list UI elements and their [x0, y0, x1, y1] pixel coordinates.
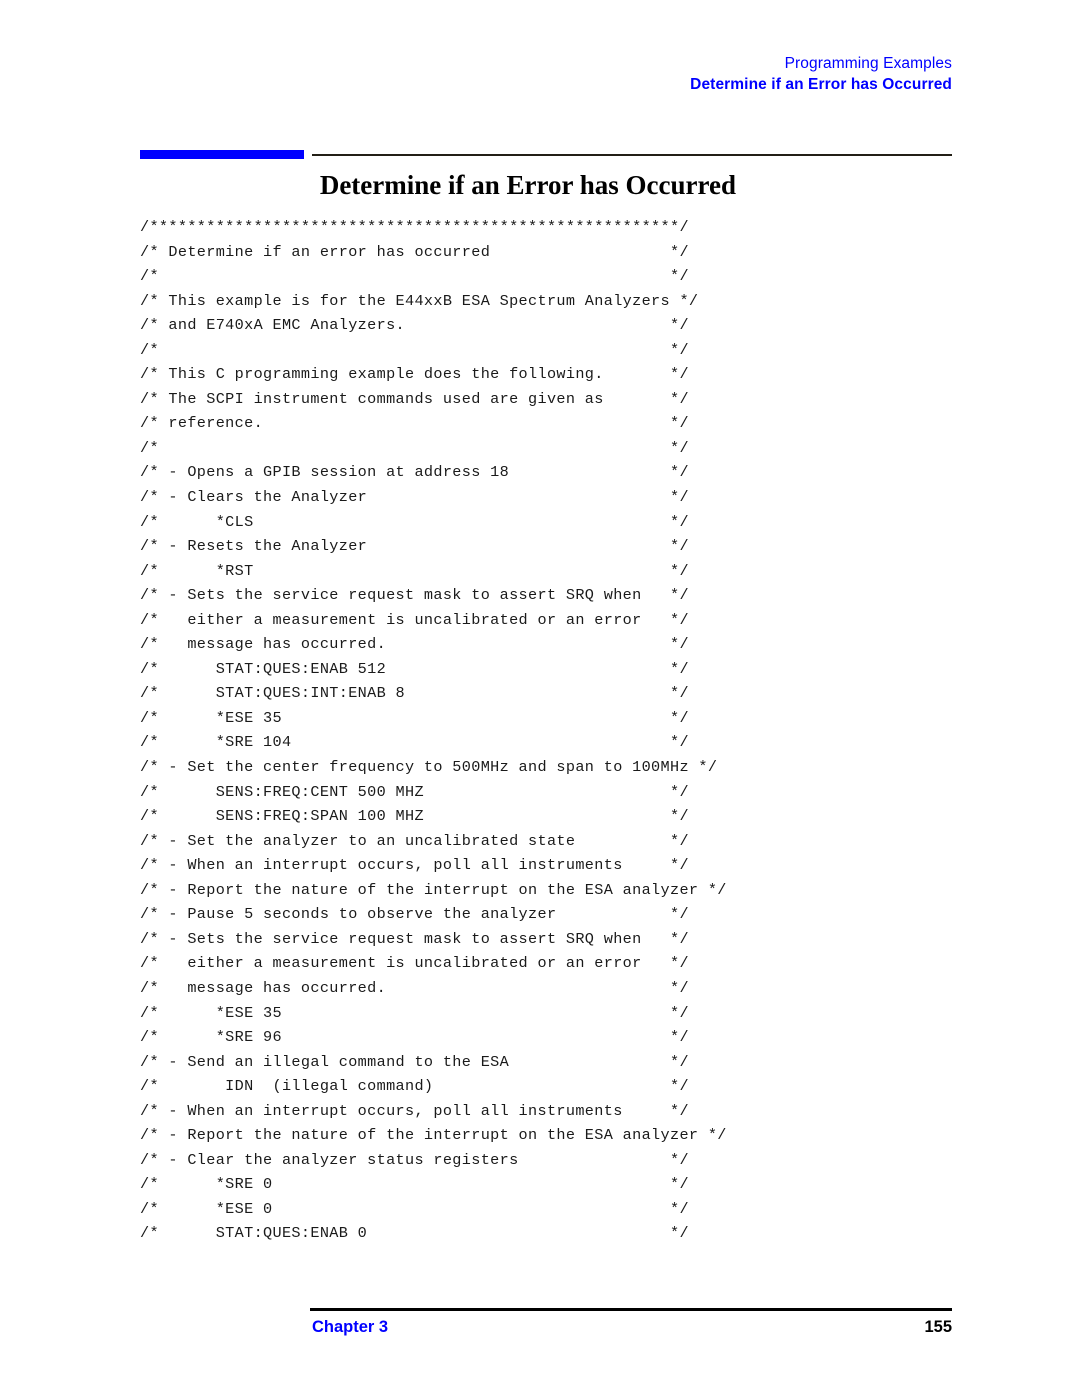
code-line: /* - Resets the Analyzer */ [140, 537, 689, 556]
page-footer: Chapter 3 155 [0, 1300, 1080, 1360]
code-line: /* *ESE 35 */ [140, 708, 689, 727]
code-line: /* STAT:QUES:ENAB 512 */ [140, 659, 689, 678]
code-line: /* */ [140, 340, 689, 359]
title-divider-rule [312, 154, 952, 156]
code-listing: /***************************************… [140, 215, 940, 1246]
code-line: /* SENS:FREQ:CENT 500 MHZ */ [140, 782, 689, 801]
code-line: /* This C programming example does the f… [140, 365, 689, 384]
code-line: /* - Set the analyzer to an uncalibrated… [140, 831, 689, 850]
page-title: Determine if an Error has Occurred [319, 170, 736, 200]
code-line: /* message has occurred. */ [140, 978, 689, 997]
code-line: /* - Sets the service request mask to as… [140, 929, 689, 948]
code-line: /* - When an interrupt occurs, poll all … [140, 1101, 689, 1120]
code-line: /* *ESE 0 */ [140, 1199, 689, 1218]
code-line: /* either a measurement is uncalibrated … [140, 610, 689, 629]
code-line: /* - Report the nature of the interrupt … [140, 880, 727, 899]
title-block: Determine if an Error has Occurred [0, 146, 1080, 206]
running-header: Programming Examples Determine if an Err… [128, 54, 952, 96]
code-line: /* *SRE 96 */ [140, 1028, 689, 1047]
footer-divider-rule [310, 1308, 952, 1311]
code-line: /* STAT:QUES:INT:ENAB 8 */ [140, 684, 689, 703]
code-line: /* either a measurement is uncalibrated … [140, 954, 689, 973]
code-line: /* */ [140, 438, 689, 457]
code-line: /* - When an interrupt occurs, poll all … [140, 856, 689, 875]
running-header-section: Programming Examples [784, 55, 952, 72]
code-line: /* - Clear the analyzer status registers… [140, 1150, 689, 1169]
document-page: Programming Examples Determine if an Err… [0, 0, 1080, 1397]
code-line: /* Determine if an error has occurred */ [140, 242, 689, 261]
code-line: /* - Set the center frequency to 500MHz … [140, 758, 718, 777]
code-line: /* - Sets the service request mask to as… [140, 586, 689, 605]
code-line: /* IDN (illegal command) */ [140, 1077, 689, 1096]
code-line: /* reference. */ [140, 414, 689, 433]
code-line: /* This example is for the E44xxB ESA Sp… [140, 291, 699, 310]
footer-page-number: 155 [924, 1318, 952, 1336]
code-line: /* *RST */ [140, 561, 689, 580]
code-line: /* *CLS */ [140, 512, 689, 531]
code-line: /* - Report the nature of the interrupt … [140, 1126, 727, 1145]
code-line: /* - Opens a GPIB session at address 18 … [140, 463, 689, 482]
code-line: /* message has occurred. */ [140, 635, 689, 654]
footer-chapter-label: Chapter 3 [312, 1318, 389, 1336]
code-line: /***************************************… [140, 218, 689, 236]
code-line: /* *ESE 35 */ [140, 1003, 689, 1022]
code-line: /* STAT:QUES:ENAB 0 */ [140, 1224, 689, 1243]
code-line: /* SENS:FREQ:SPAN 100 MHZ */ [140, 807, 689, 826]
running-header-topic: Determine if an Error has Occurred [690, 76, 952, 93]
title-accent-bar [140, 150, 304, 159]
code-line: /* - Send an illegal command to the ESA … [140, 1052, 689, 1071]
code-line: /* The SCPI instrument commands used are… [140, 389, 689, 408]
code-line: /* *SRE 0 */ [140, 1175, 689, 1194]
code-line: /* - Pause 5 seconds to observe the anal… [140, 905, 689, 924]
code-line: /* and E740xA EMC Analyzers. */ [140, 316, 689, 335]
code-line: /* *SRE 104 */ [140, 733, 689, 752]
code-line: /* */ [140, 267, 689, 286]
code-line: /* - Clears the Analyzer */ [140, 488, 689, 507]
